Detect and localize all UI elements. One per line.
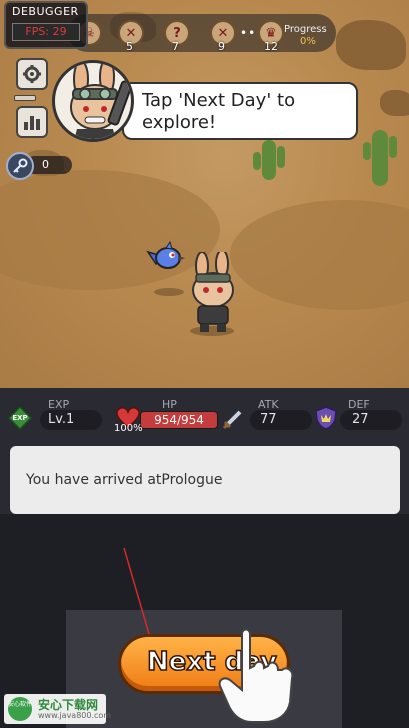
stats-button[interactable] <box>16 106 48 138</box>
watermark-logo: 安心软件 <box>8 697 32 721</box>
game-scene: ☠ ✕ 5 ? 7 ✕ 9 ••• ♛ 12 Progress 0% DEBUG… <box>0 0 409 388</box>
cactus <box>253 140 285 180</box>
key-icon <box>13 158 28 173</box>
stage-number: 5 <box>126 40 133 53</box>
minus-tab[interactable] <box>14 95 36 101</box>
fps-counter: FPS: 29 <box>12 23 80 41</box>
bar-chart-icon <box>24 116 40 130</box>
stage-number: 12 <box>264 40 278 53</box>
tutorial-text: Tap 'Next Day' to explore! <box>142 90 296 133</box>
cactus <box>363 130 397 186</box>
site-watermark: 安心软件 安心下载网 www.java800.com <box>4 694 111 724</box>
stage-number: 9 <box>218 40 225 53</box>
rock <box>380 90 409 116</box>
debugger-title: DEBUGGER <box>12 5 79 18</box>
rock <box>336 20 406 70</box>
sand-dune <box>230 200 409 310</box>
pointing-hand-icon <box>218 628 294 723</box>
hero-avatar <box>52 60 134 142</box>
stats-panel: EXP EXP Lv.1 HP 954/954 100% ATK 77 DEF … <box>0 388 409 728</box>
key-button[interactable] <box>6 152 34 180</box>
watermark-url: www.java800.com <box>38 711 112 720</box>
hero-character[interactable] <box>180 249 246 334</box>
stage-progress-bar: ☠ ✕ 5 ? 7 ✕ 9 ••• ♛ 12 Progress 0% <box>68 14 336 53</box>
debugger-panel[interactable]: DEBUGGER FPS: 29 <box>4 1 88 49</box>
gear-icon <box>23 65 41 83</box>
progress-value: 0% <box>300 36 316 47</box>
progress-label: Progress <box>284 24 327 35</box>
rabbit-hero-icon <box>192 249 234 332</box>
stage-number: 7 <box>172 40 179 53</box>
settings-button[interactable] <box>16 58 48 90</box>
tutorial-speech-bubble: Tap 'Next Day' to explore! <box>122 82 358 140</box>
